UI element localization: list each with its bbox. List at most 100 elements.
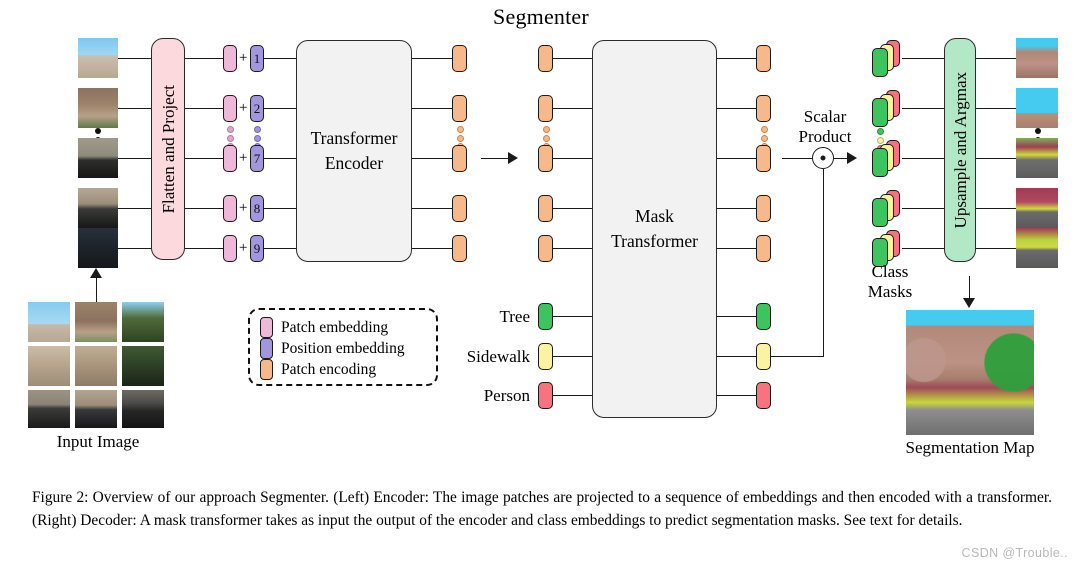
connector-line xyxy=(412,208,452,209)
patch-embedding-swatch xyxy=(260,317,273,338)
class-embedding-tree xyxy=(538,303,553,330)
input-arrow-head xyxy=(90,268,102,278)
class-label-person: Person xyxy=(483,386,530,405)
connector-line xyxy=(185,208,223,209)
input-image-tile xyxy=(75,390,117,428)
patch-embedding-capsule xyxy=(223,45,237,72)
transformer-encoder-label: Transformer Encoder xyxy=(310,127,398,173)
class-mask-stack xyxy=(872,230,906,267)
input-image-tile xyxy=(122,302,164,342)
class-output-tree xyxy=(756,303,771,330)
output-mask-thumbnail xyxy=(1016,188,1058,228)
position-embedding-capsule: 8 xyxy=(250,195,264,222)
input-image-tile xyxy=(122,390,164,428)
encoder-to-decoder-arrow-head xyxy=(508,152,518,164)
connector-line xyxy=(553,58,594,59)
connector-line xyxy=(553,395,594,396)
connector-line xyxy=(412,108,452,109)
connector-line xyxy=(717,356,756,357)
transformer-encoder-box: Transformer Encoder xyxy=(296,40,412,262)
class-label-tree: Tree xyxy=(499,307,530,326)
patch-embedding-capsule xyxy=(223,95,237,122)
connector-line xyxy=(717,208,756,209)
connector-line xyxy=(902,58,944,59)
position-embedding-capsule: 9 xyxy=(250,235,264,262)
connector-line xyxy=(976,158,1016,159)
figure-diagram: Segmenter Input Image Flatten and Projec… xyxy=(0,0,1082,470)
input-patch-thumbnail xyxy=(78,228,118,268)
patch-encoding-capsule xyxy=(756,235,771,262)
plus-sign: + xyxy=(239,150,248,166)
patch-encoding-capsule xyxy=(756,45,771,72)
connector-line xyxy=(264,58,297,59)
scalar-product-operator-icon xyxy=(812,147,834,169)
class-mask-stack xyxy=(872,90,906,127)
input-image-tile xyxy=(28,390,70,428)
plus-sign: + xyxy=(239,50,248,66)
scalar-product-output-line xyxy=(834,158,848,159)
input-patch-thumbnail xyxy=(78,38,118,78)
input-image-grid xyxy=(28,302,168,428)
flatten-and-project-label: Flatten and Project xyxy=(158,84,178,214)
plus-sign: + xyxy=(239,100,248,116)
connector-line xyxy=(902,108,944,109)
patch-encoding-capsule xyxy=(538,95,553,122)
patch-encoding-capsule xyxy=(452,95,467,122)
connector-line xyxy=(553,356,594,357)
connector-line xyxy=(412,248,452,249)
patch-embedding-capsule xyxy=(223,235,237,262)
connector-line xyxy=(553,248,594,249)
class-masks-label: Class Masks xyxy=(867,262,913,301)
connector-line xyxy=(264,108,297,109)
patch-encoding-capsule xyxy=(452,195,467,222)
scalar-product-input-line xyxy=(782,158,812,159)
mask-transformer-label: Mask Transformer xyxy=(611,205,698,251)
input-image-tile xyxy=(75,346,117,386)
patch-embedding-capsule xyxy=(223,195,237,222)
page-title: Segmenter xyxy=(493,4,589,29)
input-patch-thumbnail xyxy=(78,188,118,228)
input-image-tile xyxy=(28,302,70,342)
class-embedding-sidewalk xyxy=(538,343,553,370)
connector-line xyxy=(264,158,297,159)
legend-item: Patch embedding xyxy=(260,317,426,338)
mask-transformer-box: Mask Transformer xyxy=(592,40,717,418)
patch-encoding-capsule xyxy=(538,235,553,262)
connector-line xyxy=(976,108,1016,109)
class-embedding-person xyxy=(538,382,553,409)
connector-line xyxy=(264,208,297,209)
connector-line xyxy=(412,58,452,59)
connector-line xyxy=(553,158,594,159)
legend-item-label: Position embedding xyxy=(281,339,405,357)
flatten-and-project-box: Flatten and Project xyxy=(151,38,185,260)
class-mask-stack xyxy=(872,40,906,77)
connector-line xyxy=(976,248,1016,249)
output-mask-thumbnail xyxy=(1016,228,1058,268)
legend-item-label: Patch embedding xyxy=(281,318,389,336)
connector-line xyxy=(976,208,1016,209)
output-mask-thumbnail xyxy=(1016,88,1058,128)
position-embedding-swatch xyxy=(260,338,273,359)
encoder-to-decoder-arrow-shaft xyxy=(481,158,509,159)
patch-encoding-capsule xyxy=(538,145,553,172)
connector-line xyxy=(185,58,223,59)
connector-line xyxy=(185,108,223,109)
segmentation-arrow-shaft xyxy=(969,276,970,300)
input-image-label: Input Image xyxy=(56,432,140,451)
connector-line xyxy=(717,316,756,317)
segmentation-map-label: Segmentation Map xyxy=(905,438,1035,457)
scalar-product-arrow-head xyxy=(847,152,857,164)
class-label-sidewalk: Sidewalk xyxy=(466,347,530,366)
connector-line xyxy=(185,158,223,159)
connector-line xyxy=(902,208,944,209)
patch-encoding-capsule xyxy=(756,145,771,172)
patch-encoding-capsule xyxy=(452,45,467,72)
legend-box: Patch embedding Position embedding Patch… xyxy=(248,308,438,386)
connector-line xyxy=(264,248,297,249)
patch-encoding-capsule xyxy=(756,195,771,222)
patch-embedding-capsule xyxy=(223,145,237,172)
class-feed-horizontal-line xyxy=(771,356,824,357)
input-arrow-shaft xyxy=(96,276,97,302)
plus-sign: + xyxy=(239,240,248,256)
patch-encoding-capsule xyxy=(452,145,467,172)
